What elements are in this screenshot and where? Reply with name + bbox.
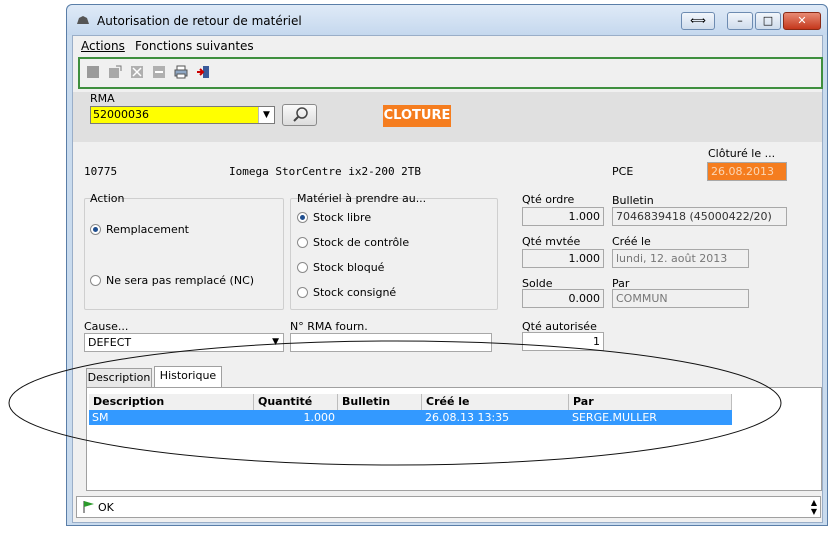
table-row-cell-created[interactable]: 26.08.13 13:35 [422, 410, 569, 425]
item-code: 10775 [84, 165, 118, 178]
radio-stock-controle-label: Stock de contrôle [313, 236, 410, 249]
cause-dropdown-icon[interactable]: ▼ [272, 334, 279, 351]
radio-stock-controle[interactable] [297, 237, 308, 248]
supplier-rma-input[interactable] [290, 333, 492, 352]
search-icon [293, 107, 308, 122]
rma-label: RMA [90, 92, 115, 105]
radio-replacement-label: Remplacement [106, 223, 189, 236]
title-bar[interactable]: Autorisation de retour de matériel ⟺ – □… [67, 5, 827, 35]
edit-icon[interactable] [108, 65, 122, 79]
save-icon[interactable] [86, 65, 100, 79]
radio-stock-libre-label: Stock libre [313, 211, 372, 224]
table-row-cell-bulletin[interactable] [338, 410, 422, 425]
supplier-rma-label: N° RMA fourn. [290, 320, 368, 333]
minimize-button[interactable]: – [727, 12, 753, 30]
menu-actions[interactable]: Actions [81, 39, 125, 53]
chevron-down-icon[interactable]: ▼ [258, 107, 274, 123]
status-badge: CLOTURE [383, 105, 451, 127]
radio-replacement[interactable] [90, 224, 101, 235]
rma-combobox[interactable]: 52000036 ▼ [90, 106, 275, 124]
material-group-title: Matériel à prendre au... [297, 192, 427, 205]
action-group [84, 198, 284, 310]
status-bar: OK ▲ ▼ [76, 496, 821, 518]
toolbar [78, 57, 823, 89]
item-description: Iomega StorCentre ix2-200 2TB [229, 165, 422, 178]
radio-stock-bloque[interactable] [297, 262, 308, 273]
grid-header-quantity[interactable]: Quantité [254, 394, 338, 410]
tab-historique[interactable]: Historique [154, 366, 222, 387]
menu-bar: Actions Fonctions suivantes [73, 36, 822, 56]
history-grid: Description Quantité Bulletin Créé le Pa… [86, 387, 822, 491]
table-row-cell-by[interactable]: SERGE.MULLER [569, 410, 732, 425]
tab-description[interactable]: Description [86, 368, 152, 387]
created-field: lundi, 12. août 2013 [612, 249, 749, 268]
flag-icon [83, 501, 94, 513]
grid-header-created[interactable]: Créé le [422, 394, 569, 410]
close-button[interactable]: ✕ [783, 12, 821, 30]
radio-stock-consigne-label: Stock consigné [313, 286, 397, 299]
rma-value: 52000036 [93, 108, 149, 121]
closed-date-label: Clôturé le ... [708, 147, 776, 160]
created-label: Créé le [612, 235, 651, 248]
table-row-cell-description[interactable]: SM [89, 410, 254, 425]
qty-order-label: Qté ordre [522, 193, 575, 206]
qty-moved-label: Qté mvtée [522, 235, 581, 248]
action-group-title: Action [90, 192, 125, 205]
delete-icon[interactable] [130, 65, 144, 79]
cause-value: DEFECT [88, 336, 132, 349]
grid-header-by[interactable]: Par [569, 394, 732, 410]
print-icon[interactable] [174, 65, 188, 79]
maximize-button[interactable]: □ [755, 12, 781, 30]
cause-combobox[interactable]: DEFECT ▼ [84, 333, 284, 352]
closed-date-field: 26.08.2013 [707, 162, 787, 181]
cause-label: Cause... [84, 320, 129, 333]
status-spinner-icon[interactable]: ▲ ▼ [811, 498, 817, 516]
radio-stock-libre[interactable] [297, 212, 308, 223]
grid-header-bulletin[interactable]: Bulletin [338, 394, 422, 410]
swap-window-button[interactable]: ⟺ [681, 12, 715, 30]
balance-field: 0.000 [522, 289, 604, 308]
radio-stock-bloque-label: Stock bloqué [313, 261, 385, 274]
exit-icon[interactable] [196, 65, 210, 79]
qty-authorized-field[interactable]: 1 [522, 332, 604, 351]
menu-next-functions[interactable]: Fonctions suivantes [135, 39, 254, 53]
minus-icon[interactable] [152, 65, 166, 79]
by-field: COMMUN [612, 289, 749, 308]
bulletin-field: 7046839418 (45000422/20) [612, 207, 787, 226]
app-icon [77, 16, 89, 24]
rma-search-button[interactable] [282, 104, 317, 126]
status-text: OK [98, 501, 114, 514]
radio-not-replaced[interactable] [90, 275, 101, 286]
radio-not-replaced-label: Ne sera pas remplacé (NC) [106, 274, 255, 287]
radio-stock-consigne[interactable] [297, 287, 308, 298]
table-row-cell-quantity[interactable]: 1.000 [254, 410, 338, 425]
qty-order-field: 1.000 [522, 207, 604, 226]
item-unit: PCE [612, 165, 634, 178]
qty-moved-field: 1.000 [522, 249, 604, 268]
window-title: Autorisation de retour de matériel [97, 14, 302, 28]
grid-header-description[interactable]: Description [89, 394, 254, 410]
bulletin-label: Bulletin [612, 194, 654, 207]
